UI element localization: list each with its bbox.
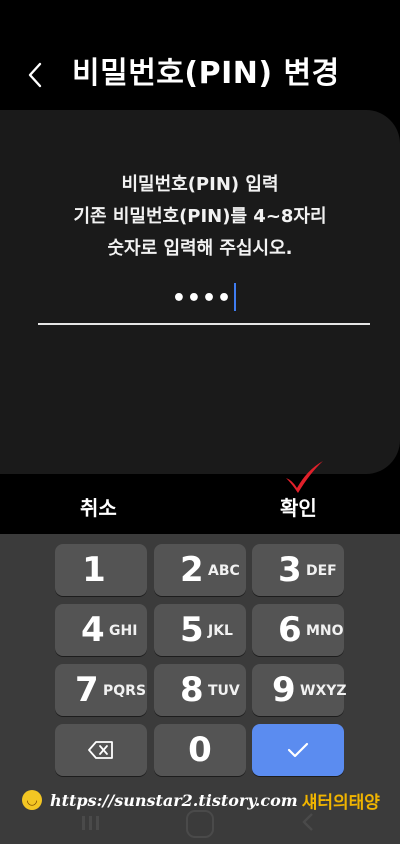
- key-1[interactable]: 1: [55, 544, 147, 596]
- annotation-check-icon: [286, 461, 323, 493]
- chevron-left-icon: [28, 62, 42, 88]
- key-7[interactable]: 7 PQRS: [55, 664, 147, 716]
- back-button[interactable]: [18, 56, 52, 94]
- smiley-face-icon: ◡: [22, 790, 42, 810]
- pin-input-value: ••••: [38, 283, 370, 311]
- key-letters: WXYZ: [300, 683, 347, 699]
- key-digit: 2: [180, 550, 204, 590]
- key-digit: 7: [75, 670, 99, 710]
- pin-dialog: 비밀번호(PIN) 입력 기존 비밀번호(PIN)를 4~8자리 숫자로 입력해…: [0, 110, 400, 474]
- key-letters: ABC: [208, 563, 240, 579]
- key-8[interactable]: 8 TUV: [154, 664, 246, 716]
- backspace-icon-wrap: [55, 724, 147, 776]
- keypad-confirm-key[interactable]: [252, 724, 344, 776]
- backspace-key[interactable]: [55, 724, 147, 776]
- watermark-name: 섀터의태양: [301, 792, 380, 813]
- key-letters: MNO: [306, 623, 344, 639]
- watermark-url: https://sunstar2.tistory.com: [50, 790, 298, 810]
- key-6[interactable]: 6 MNO: [252, 604, 344, 656]
- key-digit: 1: [82, 550, 106, 590]
- pin-input-underline: [38, 323, 370, 325]
- key-digit: 0: [188, 730, 212, 770]
- key-digit: 3: [278, 550, 302, 590]
- key-letters: JKL: [208, 623, 233, 639]
- key-digit: 9: [272, 670, 296, 710]
- cancel-button[interactable]: 취소: [80, 492, 117, 521]
- key-0[interactable]: 0: [154, 724, 246, 776]
- home-icon[interactable]: [186, 810, 214, 838]
- check-icon: [287, 742, 309, 758]
- key-letters: DEF: [306, 563, 337, 579]
- page-title: 비밀번호(PIN) 변경: [72, 56, 340, 91]
- key-digit: 5: [180, 610, 204, 650]
- key-letters: GHI: [109, 623, 138, 639]
- pin-input[interactable]: ••••: [38, 280, 370, 325]
- key-digit: 8: [180, 670, 204, 710]
- key-2[interactable]: 2 ABC: [154, 544, 246, 596]
- backspace-icon: [88, 741, 113, 759]
- dialog-heading: 비밀번호(PIN) 입력: [121, 174, 279, 195]
- key-digit: 4: [81, 610, 105, 650]
- app-header: 비밀번호(PIN) 변경: [0, 0, 400, 110]
- dialog-instruction-line2: 숫자로 입력해 주십시오.: [107, 238, 293, 259]
- key-5[interactable]: 5 JKL: [154, 604, 246, 656]
- dialog-instruction-line1: 기존 비밀번호(PIN)를 4~8자리: [73, 206, 327, 227]
- key-letters: TUV: [208, 683, 240, 699]
- confirm-button[interactable]: 확인: [280, 492, 317, 521]
- recent-apps-icon[interactable]: [80, 812, 100, 834]
- pin-dots: ••••: [171, 286, 233, 311]
- key-4[interactable]: 4 GHI: [55, 604, 147, 656]
- key-9[interactable]: 9 WXYZ: [252, 664, 347, 716]
- key-3[interactable]: 3 DEF: [252, 544, 344, 596]
- check-icon-wrap: [252, 724, 344, 776]
- key-letters: PQRS: [103, 683, 147, 699]
- watermark: ◡ https://sunstar2.tistory.com 섀터의태양: [22, 786, 392, 814]
- key-digit: 6: [278, 610, 302, 650]
- text-cursor: [234, 283, 237, 311]
- dialog-actions: 취소 확인: [0, 474, 400, 532]
